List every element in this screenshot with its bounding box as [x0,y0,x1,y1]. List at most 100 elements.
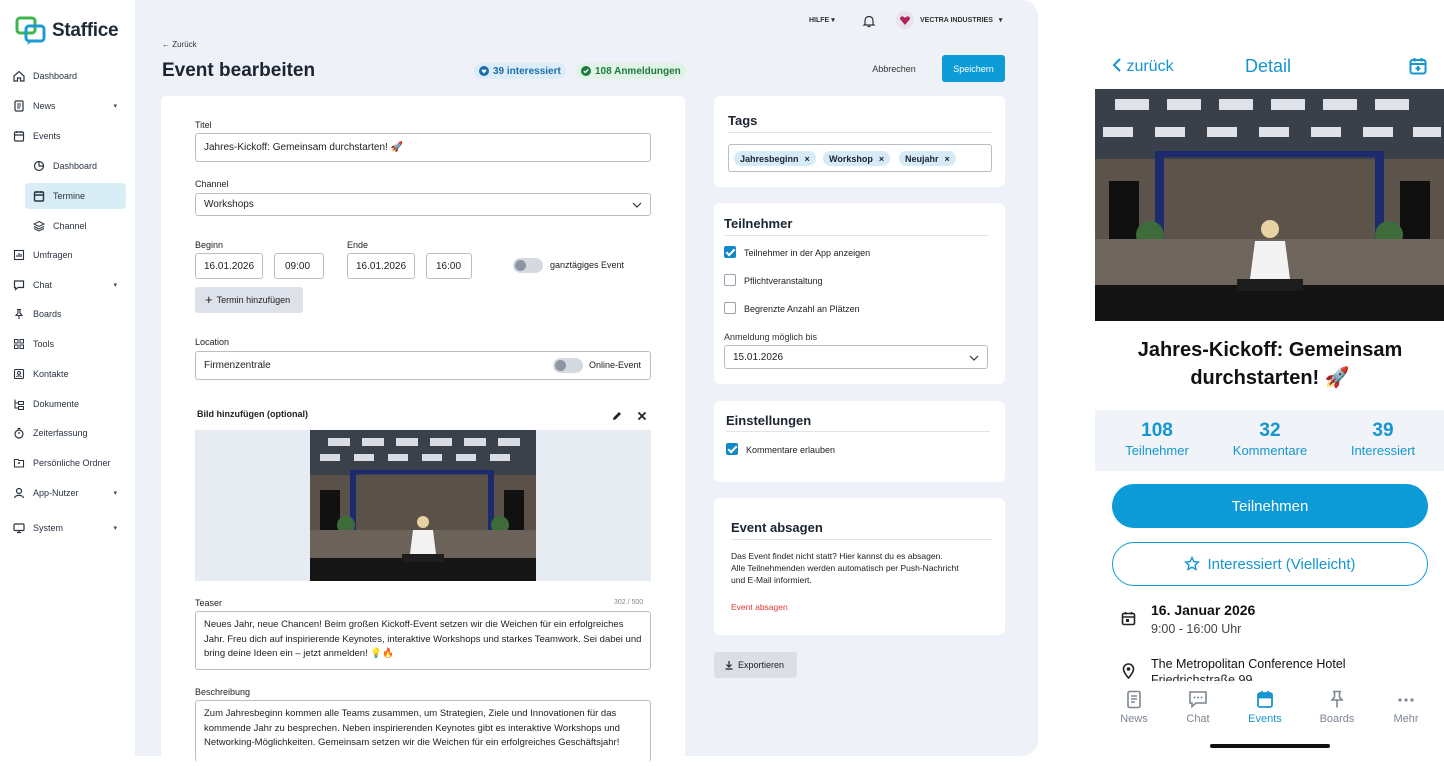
tab-label: Chat [1186,713,1210,725]
sidebar-item-events-dashboard[interactable]: Dashboard [25,153,126,179]
limited-seats-checkbox[interactable] [724,302,736,314]
allow-comments-checkbox[interactable] [726,443,738,455]
add-date-button[interactable]: + Termin hinzufügen [195,287,303,313]
sidebar-item-label: Termine [53,191,86,201]
description-textarea[interactable]: Zum Jahresbeginn kommen alle Teams zusam… [195,700,651,762]
close-icon[interactable] [637,411,647,421]
calendar-icon [1257,691,1273,708]
staffice-logo[interactable]: Staffice [15,16,119,46]
download-icon [725,661,733,670]
stat-interested[interactable]: 39 Interessiert [1328,420,1438,458]
cancel-event-text: Das Event findet nicht statt? Hier kanns… [731,551,943,561]
cancel-event-link[interactable]: Event absagen [731,602,788,612]
deadline-select[interactable]: 15.01.2026 [724,345,988,369]
pin-icon [1330,690,1344,708]
sidebar-item-channel[interactable]: Channel [25,213,126,239]
registrations-badge: 108 Anmeldungen [576,63,686,79]
remove-tag-icon[interactable]: × [879,154,884,164]
allday-toggle[interactable] [513,258,543,273]
chevron-down-icon: ▾ [998,17,1003,24]
deadline-label: Anmeldung möglich bis [724,332,818,342]
mobile-back-button[interactable]: zurück [1112,58,1174,76]
sidebar-item-boards[interactable]: Boards [13,301,125,327]
show-participants-checkbox[interactable] [724,246,736,258]
interested-button[interactable]: Interessiert (Vielleicht) [1112,542,1428,586]
sidebar-item-label: Tools [33,339,55,349]
channel-select[interactable]: Workshops [195,193,651,216]
remove-tag-icon[interactable]: × [805,154,810,164]
bell-icon[interactable] [862,14,876,28]
sidebar-item-dashboard[interactable]: Dashboard [13,63,125,89]
tag-chip[interactable]: Jahresbeginn × [734,151,816,166]
tab-label: Boards [1319,713,1355,725]
online-toggle[interactable] [553,358,583,373]
sidebar-item-dokumente[interactable]: Dokumente [13,391,125,417]
layers-icon [33,220,45,232]
cancel-event-text: und E-Mail informiert. [731,575,812,585]
mobile-event-venue: The Metropolitan Conference Hotel [1151,657,1346,671]
end-date-input[interactable]: 16.01.2026 [347,253,415,279]
add-to-calendar-icon[interactable] [1409,57,1427,75]
tab-news[interactable]: News [1104,690,1164,725]
export-label: Exportieren [738,660,785,670]
tab-label: Mehr [1393,713,1419,725]
edit-icon[interactable] [611,410,623,422]
sidebar-item-system[interactable]: System ▾ [13,515,125,541]
staffice-logo-icon [15,16,46,45]
org-switcher[interactable]: VECTRA INDUSTRIES ▾ [896,11,1002,29]
chevron-down-icon [632,202,642,208]
mandatory-checkbox[interactable] [724,274,736,286]
export-button[interactable]: Exportieren [714,652,797,678]
news-icon [1127,690,1141,709]
stat-label: Teilnehmer [1125,443,1189,458]
location-label: Location [195,337,230,347]
channel-value: Workshops [204,199,254,210]
stat-participants[interactable]: 108 Teilnehmer [1102,420,1212,458]
tab-events[interactable]: Events [1235,690,1295,725]
limited-seats-label: Begrenzte Anzahl an Plätzen [744,304,860,314]
calendar-icon [13,131,25,142]
participate-button[interactable]: Teilnehmen [1112,484,1428,528]
title-input[interactable]: Jahres-Kickoff: Gemeinsam durchstarten! … [195,133,651,162]
sidebar-item-kontakte[interactable]: Kontakte [13,361,125,387]
sidebar-item-umfragen[interactable]: Umfragen [13,242,125,268]
show-participants-label: Teilnehmer in der App anzeigen [744,248,871,258]
save-button[interactable]: Speichern [942,55,1005,82]
end-time-input[interactable]: 16:00 [426,253,472,279]
teaser-textarea[interactable]: Neues Jahr, neue Chancen! Beim großen Ki… [195,611,651,670]
sidebar-item-label: System [33,523,64,533]
sidebar-item-zeiterfassung[interactable]: Zeiterfassung [13,420,125,446]
start-time-input[interactable]: 09:00 [274,253,324,279]
add-date-label: Termin hinzufügen [216,295,291,305]
tag-chip[interactable]: Neujahr × [899,151,956,166]
mobile-back-label: zurück [1126,58,1174,75]
start-date-input[interactable]: 16.01.2026 [195,253,263,279]
sidebar-item-label: Kontakte [33,369,69,379]
sidebar-item-termine[interactable]: Termine [25,183,126,209]
contact-icon [13,368,25,380]
title-label: Titel [195,120,212,130]
tab-label: News [1120,713,1148,725]
mandatory-label: Pflichtveranstaltung [744,276,823,286]
cancel-event-text: Alle Teilnehmenden werden automatisch pe… [731,563,959,573]
help-menu[interactable]: HILFE ▾ [809,16,835,24]
tab-chat[interactable]: Chat [1168,690,1228,725]
sidebar-item-app-nutzer[interactable]: App-Nutzer ▾ [13,480,125,506]
back-link[interactable]: ← Zurück [162,40,197,49]
tab-boards[interactable]: Boards [1307,690,1367,725]
sidebar-item-chat[interactable]: Chat ▾ [13,272,125,298]
sidebar-item-persoenliche-ordner[interactable]: Persönliche Ordner [13,450,125,476]
stat-comments[interactable]: 32 Kommentare [1215,420,1325,458]
grid-icon [14,339,24,349]
tag-chip[interactable]: Workshop × [823,151,891,166]
sidebar-item-label: Chat [33,280,53,290]
sidebar-item-events[interactable]: Events [13,123,125,149]
sidebar-item-tools[interactable]: Tools [13,331,125,357]
remove-tag-icon[interactable]: × [945,154,950,164]
stat-label: Interessiert [1350,443,1416,458]
tab-more[interactable]: Mehr [1376,690,1436,725]
image-label: Bild hinzufügen (optional) [197,409,308,419]
cancel-button[interactable]: Abbrechen [866,56,922,82]
help-label: HILFE [809,17,830,24]
sidebar-item-news[interactable]: News ▾ [13,93,125,119]
